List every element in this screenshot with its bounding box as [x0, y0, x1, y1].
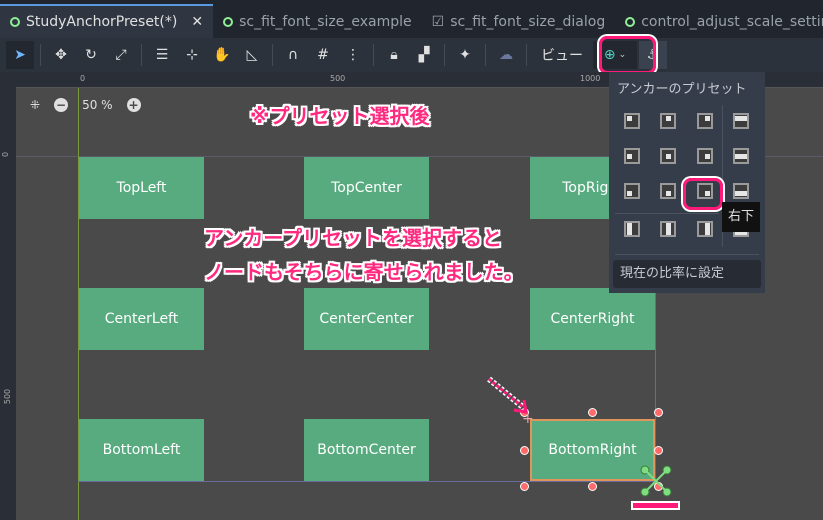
resize-handle[interactable] [588, 408, 597, 417]
zoom-controls: ⁜ − 50 % + [30, 98, 141, 112]
node-bottom-left[interactable]: BottomLeft [79, 419, 204, 481]
ruler-label: 0 [80, 74, 86, 83]
preset-vcenter-wide-icon[interactable] [660, 221, 676, 237]
rotate-tool-icon[interactable]: ↻ [77, 41, 105, 69]
resize-handle[interactable] [654, 446, 663, 455]
pivot-cross-icon: + [522, 411, 534, 427]
pan-tool-icon[interactable]: ✋ [208, 41, 236, 69]
node-top-left[interactable]: TopLeft [79, 157, 204, 219]
close-icon[interactable]: ✕ [191, 14, 203, 30]
select-tool-icon[interactable]: ➤ [6, 41, 34, 69]
view-menu[interactable]: ビュー [533, 45, 591, 65]
annotation-line2: ノードもそちらに寄せられました。 [204, 260, 524, 284]
skeleton-icon[interactable]: ☁ [492, 41, 520, 69]
editor-toolbar: ➤ ✥ ↻ ⤢ ☰ ⊹ ✋ ◺ ∩ # ⋮ 🔒︎ ▞ ✦ ☁ ビュー ⊕ ⌄ ⚓ [0, 38, 823, 72]
preset-right-wide-icon[interactable] [697, 221, 713, 237]
lock-icon[interactable]: 🔒︎ [380, 41, 408, 69]
tooltip: 右下 [722, 202, 760, 232]
scale-tool-icon[interactable]: ⤢ [107, 41, 135, 69]
preset-center-left-icon[interactable] [624, 148, 640, 164]
scene-icon [10, 17, 20, 27]
node-bottom-right-selected[interactable]: BottomRight [530, 419, 655, 481]
preset-hcenter-wide-icon[interactable] [733, 148, 749, 164]
preset-center-top-icon[interactable] [660, 113, 676, 129]
resize-handle[interactable] [520, 482, 529, 491]
tab-control-adjust-scale-setting[interactable]: control_adjust_scale_setting [615, 6, 823, 38]
node-center-right[interactable]: CenterRight [530, 288, 655, 350]
zoom-reset-icon[interactable]: ⁜ [30, 98, 40, 112]
resize-handle[interactable] [520, 446, 529, 455]
preset-highlight [683, 178, 723, 210]
zoom-level[interactable]: 50 % [82, 98, 113, 112]
preset-top-left-icon[interactable] [624, 113, 640, 129]
more-options-icon[interactable]: ⋮ [339, 41, 367, 69]
smart-snap-icon[interactable]: ∩ [279, 41, 307, 69]
scene-tabs: StudyAnchorPreset(*) ✕ sc_fit_font_size_e… [0, 0, 823, 38]
annotation-title: ※プリセット選択後 [250, 104, 430, 128]
preset-bottom-left-icon[interactable] [624, 183, 640, 199]
scene-icon [223, 17, 234, 27]
move-tool-icon[interactable]: ✥ [47, 41, 75, 69]
tab-study-anchor-preset[interactable]: StudyAnchorPreset(*) ✕ [0, 4, 214, 38]
preset-center-icon[interactable] [660, 148, 676, 164]
annotation-line1: アンカープリセットを選択すると [204, 226, 502, 250]
node-bottom-center[interactable]: BottomCenter [304, 419, 429, 481]
ruler-label: 500 [3, 388, 13, 405]
keep-ratio-button[interactable]: 現在の比率に設定 [613, 260, 761, 288]
node-center-center[interactable]: CenterCenter [304, 288, 429, 350]
anchor-button-highlight [599, 36, 656, 74]
divider [615, 213, 719, 214]
ruler-vertical: 0 500 [0, 72, 16, 520]
list-select-icon[interactable]: ☰ [148, 41, 176, 69]
ruler-tool-icon[interactable]: ◺ [238, 41, 266, 69]
grid-snap-icon[interactable]: # [309, 41, 337, 69]
preset-center-right-icon[interactable] [697, 148, 713, 164]
pivot-tool-icon[interactable]: ⊹ [178, 41, 206, 69]
node-center-left[interactable]: CenterLeft [79, 288, 204, 350]
divider [615, 254, 759, 255]
zoom-in-button[interactable]: + [126, 98, 141, 112]
popup-title: アンカーのプリセット [617, 82, 747, 97]
node-top-center[interactable]: TopCenter [304, 157, 429, 219]
resize-handle[interactable] [588, 482, 597, 491]
tab-sc-fit-font-size-example[interactable]: sc_fit_font_size_example [213, 6, 422, 38]
scene-icon [625, 17, 636, 27]
tab-sc-fit-font-size-dialog[interactable]: ☑ sc_fit_font_size_dialog [422, 6, 616, 38]
resize-handle[interactable] [654, 408, 663, 417]
preset-top-right-icon[interactable] [697, 113, 713, 129]
preset-bottom-wide-icon[interactable] [733, 183, 749, 199]
anchor-gizmo-icon[interactable] [640, 465, 672, 497]
ruler-label: 0 [1, 151, 11, 158]
preset-center-bottom-icon[interactable] [660, 183, 676, 199]
bone-icon[interactable]: ✦ [451, 41, 479, 69]
viewport-edge [78, 481, 655, 482]
ruler-label: 1000 [580, 74, 601, 83]
group-icon[interactable]: ▞ [410, 41, 438, 69]
preset-left-wide-icon[interactable] [624, 221, 640, 237]
dialog-icon: ☑ [431, 14, 445, 30]
ruler-label: 500 [330, 74, 346, 83]
annotation-underline [633, 503, 678, 508]
preset-top-wide-icon[interactable] [733, 113, 749, 129]
zoom-out-button[interactable]: − [54, 98, 69, 112]
